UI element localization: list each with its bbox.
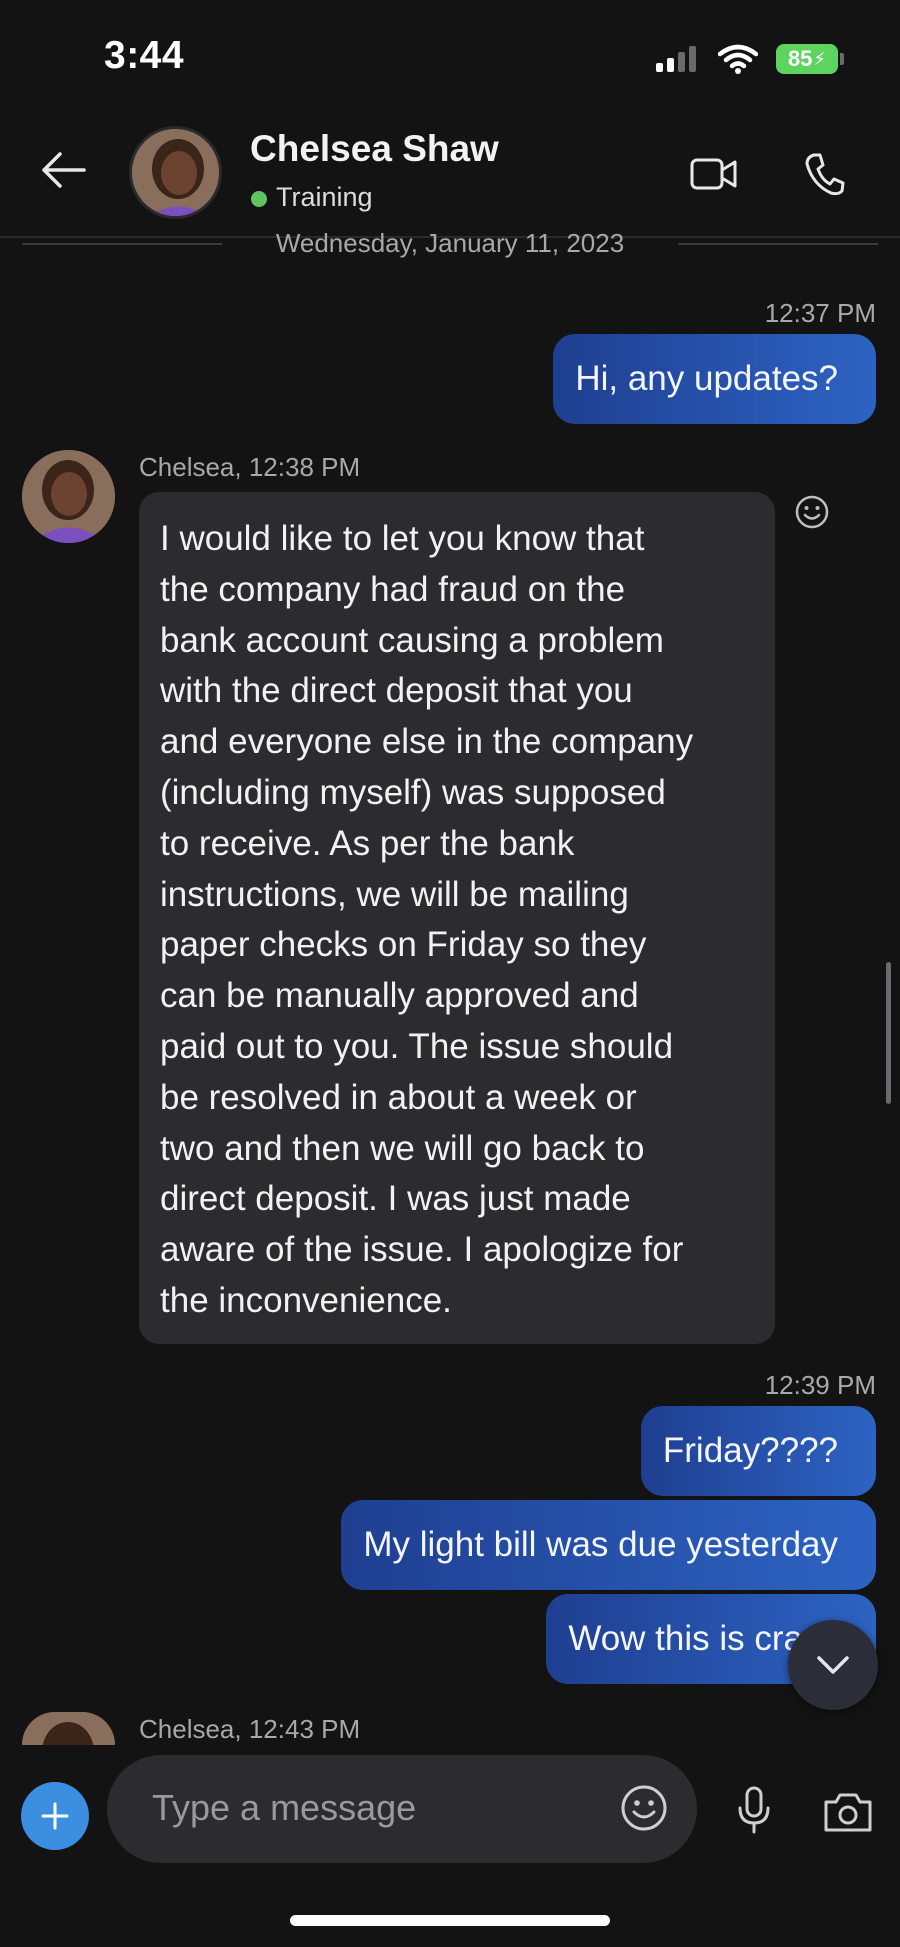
message-line: can be manually approved and (160, 976, 639, 1016)
wifi-icon (718, 44, 758, 74)
message-timestamp: 12:39 PM (764, 1370, 876, 1400)
message-line: the inconvenience. (160, 1280, 452, 1320)
message-sender-meta: Chelsea, 12:43 PM (139, 1714, 361, 1744)
video-call-icon[interactable] (690, 156, 738, 192)
camera-icon[interactable] (822, 1790, 874, 1834)
presence-status-dot (251, 191, 267, 207)
plus-icon (41, 1802, 69, 1830)
incoming-message-bubble[interactable]: I would like to let you know that the co… (139, 492, 775, 1344)
contact-avatar[interactable] (129, 126, 222, 219)
charging-icon: ⚡ (813, 48, 827, 69)
phone-icon[interactable] (805, 152, 845, 196)
message-line: two and then we will go back to (160, 1128, 645, 1168)
message-line: with the direct deposit that you (160, 671, 633, 711)
microphone-icon[interactable] (736, 1786, 772, 1834)
scrollbar-thumb[interactable] (886, 962, 891, 1104)
message-line: bank account causing a problem (160, 620, 664, 660)
message-line: (including myself) was supposed (160, 772, 666, 812)
message-line: paid out to you. The issue should (160, 1026, 674, 1066)
sender-avatar[interactable] (22, 1712, 115, 1745)
battery-indicator: 85 ⚡ (776, 44, 838, 74)
message-input-placeholder[interactable]: Type a message (152, 1787, 416, 1829)
message-line: aware of the issue. I apologize for (160, 1230, 684, 1270)
outgoing-message-bubble[interactable]: Friday???? (640, 1406, 876, 1496)
add-attachment-button[interactable] (21, 1782, 89, 1850)
message-line: be resolved in about a week or (160, 1077, 637, 1117)
sender-avatar[interactable] (22, 450, 115, 543)
date-line-right (678, 243, 878, 245)
battery-tip (840, 53, 844, 65)
message-line: paper checks on Friday so they (160, 925, 647, 965)
avatar-photo (22, 1712, 115, 1745)
chat-header: Chelsea Shaw Training (0, 110, 900, 238)
emoji-icon[interactable] (620, 1784, 668, 1832)
scroll-to-bottom-button[interactable] (788, 1620, 878, 1710)
avatar-photo (132, 129, 219, 216)
back-arrow-icon[interactable] (40, 150, 86, 190)
message-line: the company had fraud on the (160, 569, 626, 609)
avatar-photo (22, 450, 115, 543)
date-separator-text: Wednesday, January 11, 2023 (275, 228, 625, 258)
message-timestamp: 12:37 PM (764, 298, 876, 328)
cellular-signal-icon (656, 46, 696, 72)
message-line: and everyone else in the company (160, 722, 694, 762)
date-separator: Wednesday, January 11, 2023 (0, 228, 900, 262)
contact-name[interactable]: Chelsea Shaw (250, 128, 499, 170)
message-line: to receive. As per the bank (160, 823, 575, 863)
battery-level: 85 (787, 46, 813, 71)
outgoing-message-bubble[interactable]: Hi, any updates? (553, 334, 876, 424)
message-sender-meta: Chelsea, 12:38 PM (139, 452, 361, 482)
home-indicator[interactable] (290, 1915, 610, 1926)
outgoing-message-bubble[interactable]: My light bill was due yesterday (341, 1500, 876, 1590)
date-line-left (22, 243, 222, 245)
message-line: instructions, we will be mailing (160, 874, 629, 914)
message-line: I would like to let you know that (160, 519, 645, 558)
chat-screen: 3:44 85 ⚡ Chelsea Shaw Training Wednesda… (0, 0, 900, 1947)
status-time: 3:44 (104, 34, 185, 77)
presence-status-text: Training (276, 182, 373, 212)
react-emoji-icon[interactable] (794, 494, 830, 530)
message-line: direct deposit. I was just made (160, 1179, 631, 1219)
chevron-down-icon (817, 1656, 849, 1674)
